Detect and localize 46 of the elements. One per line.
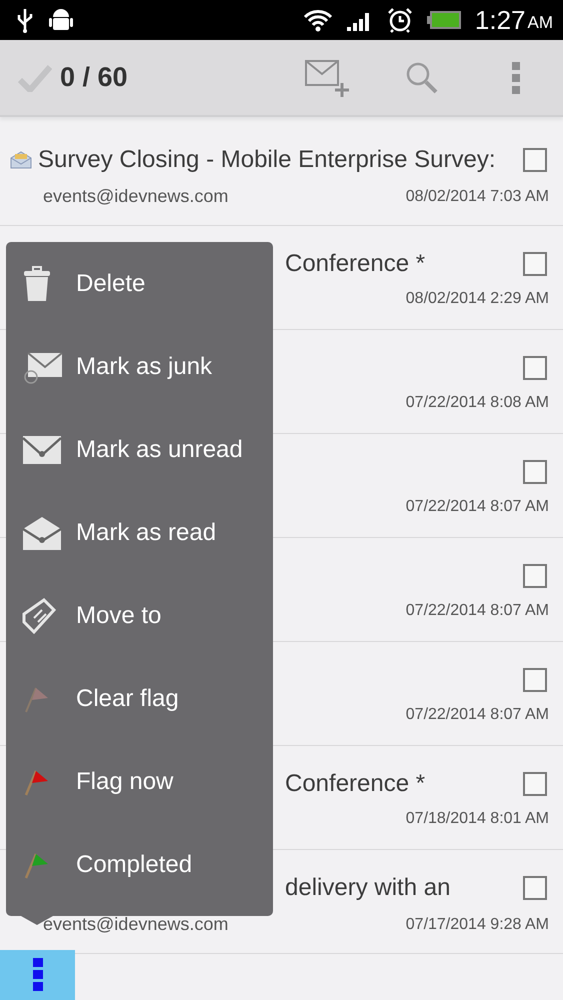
message-checkbox[interactable] (523, 668, 547, 692)
trash-icon (22, 266, 52, 302)
message-date: 08/02/2014 7:03 AM (406, 188, 549, 206)
menu-item[interactable]: Delete (6, 242, 273, 325)
message-checkbox[interactable] (523, 460, 547, 484)
wifi-icon (302, 8, 333, 32)
message-checkbox[interactable] (523, 876, 547, 900)
message-subject: delivery with an (285, 874, 452, 902)
menu-item[interactable]: Flag now (6, 740, 273, 823)
selection-count: 0 / 60 (60, 62, 128, 93)
message-checkbox[interactable] (523, 772, 547, 796)
menu-item[interactable]: Mark as read (6, 491, 273, 574)
battery-icon (426, 11, 461, 29)
message-subject: Survey Closing - Mobile Enterprise Survey: (38, 146, 497, 174)
message-sender: events@idevnews.com (43, 914, 228, 935)
message-date: 07/22/2014 8:07 AM (406, 602, 549, 620)
message-subject: Conference * (285, 250, 426, 278)
checkmark-icon[interactable] (18, 64, 52, 92)
menu-icon[interactable] (32, 958, 42, 992)
clock-period: AM (528, 13, 553, 33)
more-actions-button[interactable] (0, 950, 75, 1000)
menu-item[interactable]: Completed (6, 823, 273, 906)
message-date: 07/18/2014 8:01 AM (406, 810, 549, 828)
message-date: 07/22/2014 8:07 AM (406, 706, 549, 724)
message-checkbox[interactable] (523, 564, 547, 588)
compose-icon[interactable] (304, 58, 352, 96)
menu-item[interactable]: Mark as junk (6, 325, 273, 408)
message-subject: Conference * (285, 770, 426, 798)
message-date: 07/22/2014 8:07 AM (406, 498, 549, 516)
clock-time: 1:27 (474, 4, 526, 36)
envelope-icon (22, 434, 62, 464)
message-checkbox[interactable] (523, 252, 547, 276)
message-date: 07/22/2014 8:08 AM (406, 394, 549, 412)
menu-item[interactable]: Mark as unread (6, 408, 273, 491)
open-envelope-icon (22, 514, 62, 550)
message-date: 08/02/2014 2:29 AM (406, 290, 549, 308)
message-date: 07/17/2014 9:28 AM (406, 916, 549, 934)
menu-icon[interactable] (512, 62, 520, 94)
tag-icon (22, 598, 56, 634)
menu-item[interactable]: Clear flag (6, 657, 273, 740)
menu-item[interactable]: Move to (6, 574, 273, 657)
message-checkbox[interactable] (523, 148, 547, 172)
message-checkbox[interactable] (523, 356, 547, 380)
usb-icon (16, 7, 34, 33)
message-sender: events@idevnews.com (43, 186, 228, 207)
alarm-icon (386, 7, 413, 33)
